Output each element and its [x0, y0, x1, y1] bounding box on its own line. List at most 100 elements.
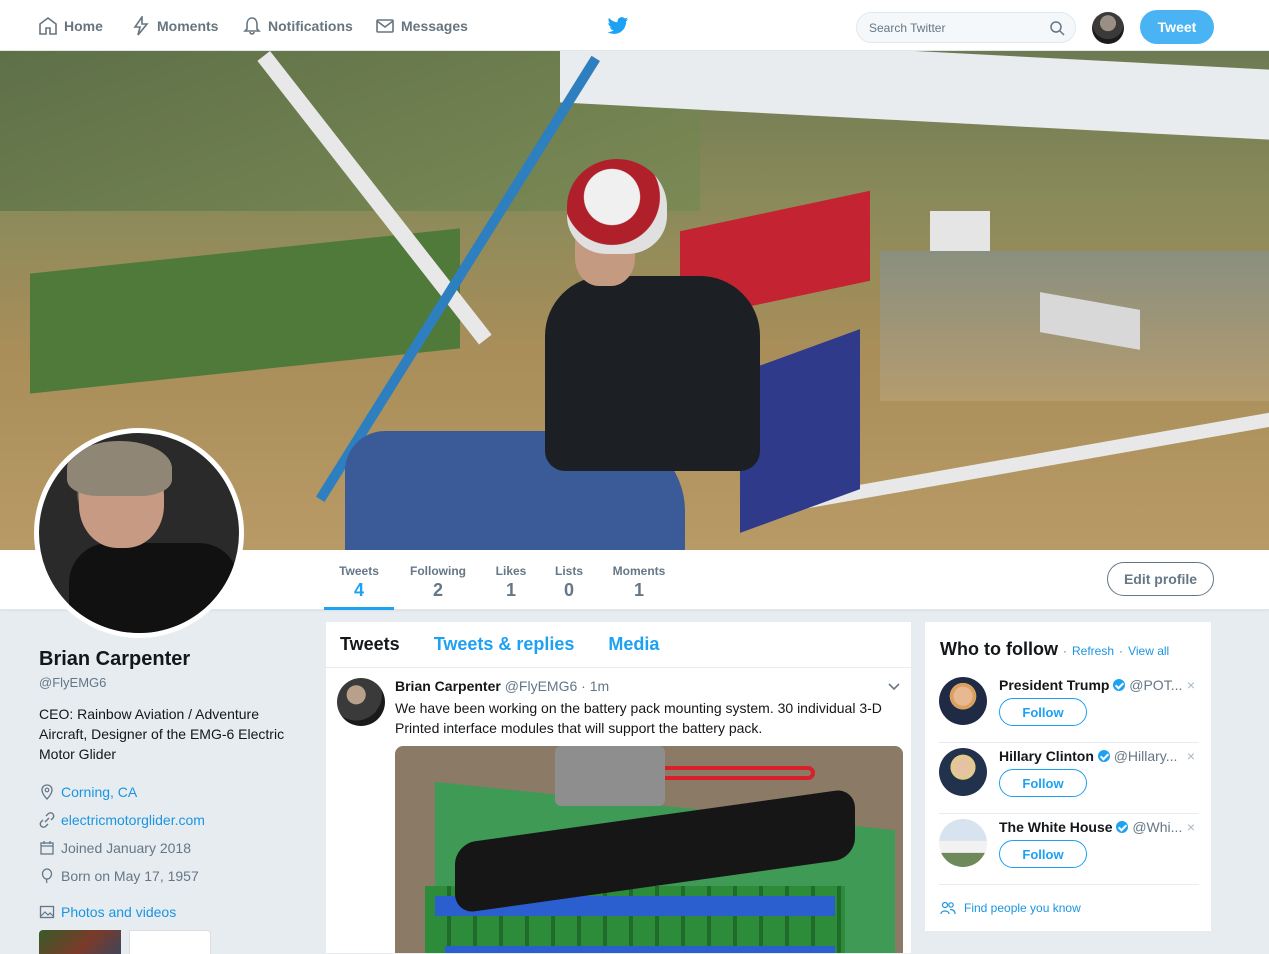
suggestion-avatar[interactable] — [939, 819, 987, 867]
nav-notifications[interactable]: Notifications — [242, 0, 353, 51]
follow-button[interactable]: Follow — [999, 698, 1087, 726]
banner-helmet — [567, 159, 667, 254]
location-pin-icon — [41, 784, 53, 800]
tweet-author-name[interactable]: Brian Carpenter — [395, 678, 501, 694]
suggestion-item: Hillary Clinton @Hillary... × Follow — [939, 748, 1199, 814]
suggestion-handle: @POT... — [1129, 677, 1183, 693]
joined-row: Joined January 2018 — [39, 834, 289, 862]
birthday-row: Born on May 17, 1957 — [39, 862, 289, 890]
suggestion-handle: @Hillary... — [1113, 748, 1178, 764]
banner-pilot — [545, 276, 760, 471]
verified-badge-icon — [1113, 679, 1126, 691]
balloon-icon — [41, 868, 53, 884]
stat-following[interactable]: Following 2 — [402, 550, 474, 610]
joined-date: Joined January 2018 — [61, 840, 191, 856]
view-all-link[interactable]: View all — [1128, 644, 1169, 658]
stat-tweets[interactable]: Tweets 4 — [324, 550, 394, 610]
dismiss-icon[interactable]: × — [1187, 819, 1195, 835]
nav-home[interactable]: Home — [38, 0, 103, 51]
suggestion-item: The White House @Whi... × Follow — [939, 819, 1199, 885]
nav-messages-label: Messages — [401, 17, 468, 34]
stat-label: Tweets — [339, 564, 379, 578]
profile-meta: Corning, CA electricmotorglider.com Join… — [39, 778, 289, 954]
top-navigation: Home Moments Notifications Messages Twee… — [0, 0, 1269, 51]
profile-sidebar: Brian Carpenter @FlyEMG6 CEO: Rainbow Av… — [39, 648, 289, 954]
suggestion-name: The White House — [999, 819, 1113, 835]
tab-tweets[interactable]: Tweets — [340, 634, 400, 655]
stat-label: Lists — [554, 564, 583, 578]
photos-videos-link[interactable]: Photos and videos — [61, 904, 176, 920]
location-link[interactable]: Corning, CA — [61, 784, 137, 800]
profile-handle[interactable]: @FlyEMG6 — [39, 675, 289, 690]
website-link[interactable]: electricmotorglider.com — [61, 812, 205, 828]
suggestion-identity[interactable]: Hillary Clinton @Hillary... — [999, 748, 1184, 764]
photo-icon — [39, 905, 55, 919]
stat-label: Likes — [495, 564, 527, 578]
chevron-down-icon[interactable] — [887, 680, 901, 694]
find-people-label: Find people you know — [964, 901, 1081, 915]
stat-label: Following — [410, 564, 466, 578]
banner-building — [930, 211, 990, 251]
profile-name[interactable]: Brian Carpenter — [39, 648, 289, 671]
dismiss-icon[interactable]: × — [1187, 677, 1195, 693]
find-people-link[interactable]: Find people you know — [940, 901, 1081, 915]
suggestion-item: President Trump @POT... × Follow — [939, 677, 1199, 743]
tab-tweets-replies[interactable]: Tweets & replies — [434, 634, 575, 655]
stat-moments[interactable]: Moments 1 — [606, 550, 672, 610]
tweet-timestamp[interactable]: · 1m — [581, 678, 609, 694]
nav-home-label: Home — [64, 17, 103, 34]
twitter-bird-icon[interactable] — [607, 16, 629, 36]
calendar-icon — [40, 841, 54, 855]
tweet-media-image[interactable] — [395, 746, 903, 953]
suggestion-identity[interactable]: The White House @Whi... — [999, 819, 1184, 835]
refresh-link[interactable]: Refresh — [1072, 644, 1114, 658]
media-thumbnails — [39, 930, 289, 954]
stat-value: 4 — [353, 580, 364, 600]
who-to-follow-header: Who to follow · Refresh · View all — [940, 639, 1169, 660]
envelope-icon — [376, 18, 394, 33]
profile-bio: CEO: Rainbow Aviation / Adventure Aircra… — [39, 706, 285, 762]
nav-messages[interactable]: Messages — [375, 0, 468, 51]
tweet-author-handle[interactable]: @FlyEMG6 — [505, 678, 578, 694]
account-avatar[interactable] — [1092, 12, 1124, 44]
people-icon — [940, 901, 956, 915]
birth-date: Born on May 17, 1957 — [61, 868, 199, 884]
who-to-follow: Who to follow · Refresh · View all Presi… — [924, 621, 1212, 932]
avatar-shirt — [69, 543, 239, 633]
verified-badge-icon — [1116, 821, 1129, 833]
media-mount-module — [445, 946, 835, 953]
timeline-tabs: Tweets Tweets & replies Media — [326, 622, 911, 668]
separator-dot: · — [1119, 644, 1124, 658]
suggestion-identity[interactable]: President Trump @POT... — [999, 677, 1184, 693]
edit-profile-button[interactable]: Edit profile — [1107, 562, 1214, 596]
who-to-follow-title: Who to follow — [940, 639, 1058, 659]
bell-icon — [243, 16, 261, 35]
search-icon[interactable] — [1049, 20, 1065, 36]
stat-lists[interactable]: Lists 0 — [550, 550, 588, 610]
suggestion-avatar[interactable] — [939, 677, 987, 725]
stat-likes[interactable]: Likes 1 — [488, 550, 534, 610]
search-box[interactable] — [856, 12, 1076, 43]
media-thumbnail[interactable] — [129, 930, 211, 954]
verified-badge-icon — [1097, 750, 1110, 762]
tweet-text: We have been working on the battery pack… — [395, 700, 882, 736]
nav-notifications-label: Notifications — [268, 17, 353, 34]
suggestion-name: Hillary Clinton — [999, 748, 1094, 764]
tweet-avatar[interactable] — [337, 678, 385, 726]
dismiss-icon[interactable]: × — [1187, 748, 1195, 764]
tweet-button[interactable]: Tweet — [1140, 10, 1214, 44]
tab-media[interactable]: Media — [608, 634, 659, 655]
stat-value: 0 — [563, 580, 574, 600]
profile-avatar[interactable] — [34, 428, 244, 638]
media-thumbnail[interactable] — [39, 930, 121, 954]
follow-button[interactable]: Follow — [999, 769, 1087, 797]
stat-value: 2 — [432, 580, 443, 600]
nav-moments[interactable]: Moments — [131, 0, 218, 51]
follow-button[interactable]: Follow — [999, 840, 1087, 868]
stat-label: Moments — [612, 564, 666, 578]
media-clamp — [555, 746, 665, 806]
website-row: electricmotorglider.com — [39, 806, 289, 834]
search-input[interactable] — [857, 13, 1037, 42]
separator-dot: · — [1062, 644, 1067, 658]
suggestion-avatar[interactable] — [939, 748, 987, 796]
